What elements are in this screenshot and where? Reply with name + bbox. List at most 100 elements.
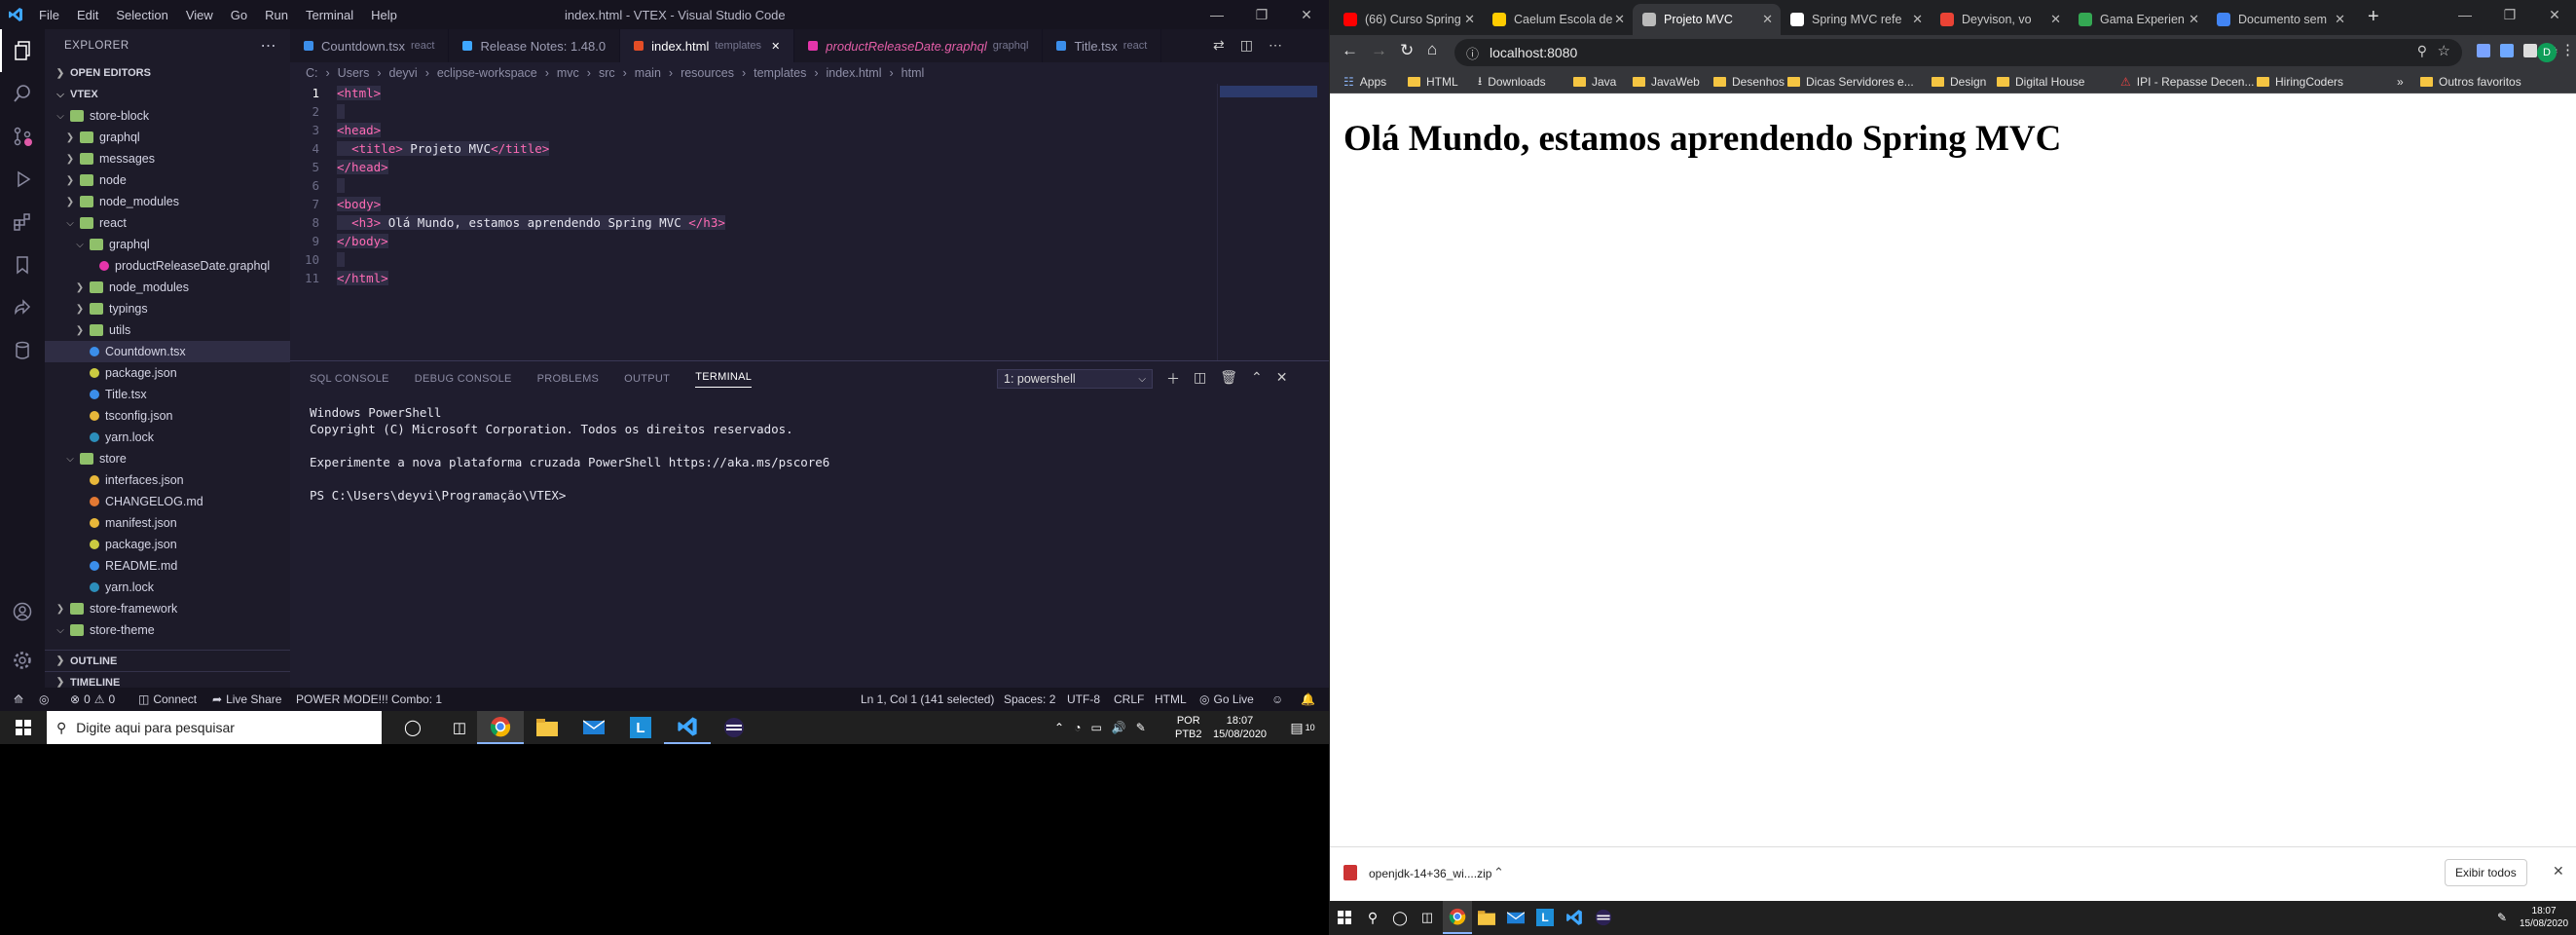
battery-icon[interactable]: ▭ [1090,721,1101,734]
minimize-icon[interactable]: — [2443,0,2487,29]
forward-icon[interactable]: → [1371,41,1387,60]
info-icon[interactable]: ⓘ [1466,44,1479,62]
split-terminal-icon[interactable]: ◫ [1194,369,1206,389]
tree-item[interactable]: productReleaseDate.graphql [45,255,290,277]
indentation[interactable]: Spaces: 2 [1004,688,1055,711]
taskbar-search[interactable]: ⚲ Digite aqui para pesquisar [47,711,382,744]
more-actions-icon[interactable]: ⋯ [1269,37,1282,54]
close-tab-icon[interactable]: ✕ [1464,12,1475,27]
bookmark-item[interactable]: Java [1573,70,1616,94]
close-tab-icon[interactable]: ✕ [1614,12,1625,27]
bookmark-item[interactable]: ⭳ Downloads [1478,70,1546,94]
minimap-slider[interactable] [1220,86,1317,97]
editor-tab[interactable]: index.html templates ✕ [620,29,795,62]
close-shelf-icon[interactable]: ✕ [2553,863,2564,879]
source-control-icon[interactable] [0,115,45,158]
menu-selection[interactable]: Selection [116,8,167,22]
mail-icon[interactable] [570,711,617,744]
tree-item[interactable]: ❯ utils [45,319,290,341]
close-tab-icon[interactable]: ✕ [2050,12,2061,27]
minimap[interactable] [1217,84,1329,360]
bookmark-item[interactable]: Dicas Servidores e... [1787,70,1914,94]
extensions-icon[interactable] [0,201,45,243]
browser-tab[interactable]: Caelum Escola de ✕ [1483,4,1633,35]
trash-icon[interactable]: 🗑 [1220,369,1237,389]
notification-center-icon[interactable]: ▤ 10 [1283,711,1322,744]
compare-icon[interactable]: ⇄ [1213,37,1225,54]
tree-item[interactable]: yarn.lock [45,577,290,598]
pen-icon[interactable]: ✎ [1136,721,1146,734]
task-view-icon[interactable]: ◫ [1414,901,1441,934]
tree-item[interactable]: ❯ graphql [45,127,290,148]
tree-item[interactable]: yarn.lock [45,427,290,448]
windows-start-icon[interactable] [1330,901,1359,934]
tree-item[interactable]: package.json [45,534,290,555]
menu-file[interactable]: File [39,8,59,22]
settings-gear-icon[interactable] [0,639,45,682]
close-tab-icon[interactable]: ✕ [2335,12,2345,27]
language-indicator[interactable]: POR PTB2 [1175,714,1202,741]
close-tab-icon[interactable]: ✕ [2189,12,2199,27]
maximize-panel-icon[interactable]: ⌃ [1251,369,1263,389]
tree-item[interactable]: ⌵ store [45,448,290,469]
breadcrumb-item[interactable]: C: [306,66,318,80]
tree-item[interactable]: Countdown.tsx [45,341,290,362]
chrome-taskbar-icon[interactable] [477,711,524,744]
bookmark-item[interactable]: HTML [1408,70,1458,94]
extension-grid-icon[interactable] [2523,44,2537,57]
breadcrumb-item[interactable]: eclipse-workspace [437,66,537,80]
tree-item[interactable]: tsconfig.json [45,405,290,427]
tree-item[interactable]: ❯ node [45,169,290,191]
more-bookmarks-icon[interactable]: » [2397,75,2404,89]
bookmark-icon[interactable] [0,243,45,286]
breadcrumb-item[interactable]: mvc [557,66,579,80]
menu-edit[interactable]: Edit [77,8,98,22]
extension-shield-icon[interactable] [2477,44,2490,57]
tree-item[interactable]: ❯ messages [45,148,290,169]
tree-item[interactable]: Title.tsx [45,384,290,405]
section-outline[interactable]: ❯ OUTLINE [45,650,290,671]
language-mode[interactable]: HTML [1155,688,1187,711]
database-icon[interactable] [0,329,45,372]
notifications-icon[interactable]: 🔔 [1301,688,1315,711]
editor-tab[interactable]: Release Notes: 1.48.0 [449,29,621,62]
connect-status[interactable]: ◫ Connect [138,688,197,711]
file-explorer-icon[interactable] [524,711,570,744]
close-icon[interactable]: ✕ [2532,0,2576,29]
l-app-icon[interactable]: L [617,711,664,744]
panel-tab-debug-console[interactable]: DEBUG CONSOLE [415,373,512,385]
bookmark-item[interactable]: Digital House [1997,70,2084,94]
restore-icon[interactable]: ❐ [2487,0,2532,29]
search-icon[interactable]: ⚲ [1359,901,1386,934]
more-actions-icon[interactable]: ⋯ [261,36,277,56]
panel-tab-sql-console[interactable]: SQL CONSOLE [310,373,389,385]
terminal-select[interactable]: 1: powershell ⌵ [997,369,1153,389]
menu-kebab-icon[interactable]: ⋮ [2560,41,2575,58]
reload-icon[interactable]: ↻ [1400,41,1414,60]
bookmark-item[interactable]: ☷ Apps [1343,70,1386,94]
editor-tab[interactable]: productReleaseDate.graphql graphql [794,29,1044,62]
eclipse-icon[interactable] [1589,901,1618,934]
breadcrumb-item[interactable]: templates [754,66,806,80]
address-bar[interactable]: ⓘ localhost:8080 ⚲ ☆ [1454,39,2462,66]
extension-doc-icon[interactable] [2500,44,2514,57]
bookmark-item[interactable]: Desenhos [1713,70,1785,94]
end-of-line[interactable]: CRLF [1114,688,1144,711]
bookmark-item[interactable]: HiringCoders [2257,70,2343,94]
tree-item[interactable]: interfaces.json [45,469,290,491]
close-tab-icon[interactable]: ✕ [1912,12,1923,27]
clock[interactable]: 18:07 15/08/2020 [1213,714,1267,741]
zoom-icon[interactable]: ⚲ [2417,43,2427,59]
star-icon[interactable]: ☆ [2438,42,2450,59]
eclipse-icon[interactable] [711,711,757,744]
breadcrumb-item[interactable]: main [635,66,661,80]
menu-view[interactable]: View [186,8,213,22]
account-icon[interactable] [0,590,45,633]
live-share-icon[interactable] [0,286,45,329]
cortana-icon[interactable]: ◯ [1386,901,1414,934]
live-share-status[interactable]: ➦ Live Share [212,688,281,711]
cursor-position[interactable]: Ln 1, Col 1 (141 selected) [861,688,994,711]
download-filename[interactable]: openjdk-14+36_wi....zip [1369,867,1491,880]
breadcrumb-item[interactable]: resources [681,66,734,80]
breadcrumb-item[interactable]: Users [338,66,370,80]
